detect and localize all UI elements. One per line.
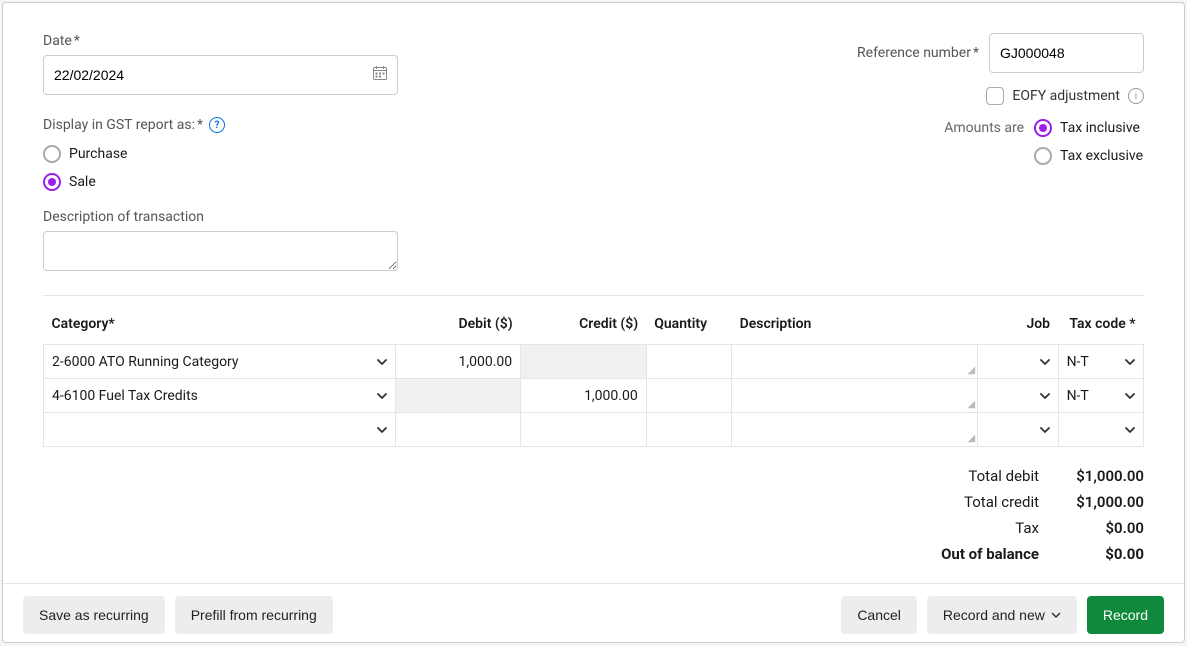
chevron-down-icon bbox=[1125, 357, 1135, 367]
date-input[interactable] bbox=[43, 55, 398, 95]
debit-cell[interactable] bbox=[396, 390, 521, 402]
radio-icon bbox=[43, 173, 61, 191]
total-debit-value: $1,000.00 bbox=[1059, 467, 1144, 485]
th-description: Description bbox=[732, 308, 978, 345]
gst-radio-purchase[interactable]: Purchase bbox=[43, 145, 398, 163]
chevron-down-icon bbox=[1040, 391, 1050, 401]
th-category: Category* bbox=[44, 308, 396, 345]
quantity-cell[interactable] bbox=[647, 356, 731, 368]
gst-label: Display in GST report as: bbox=[43, 117, 203, 133]
reference-label: Reference number bbox=[857, 45, 979, 61]
table-row: 2-6000 ATO Running Category1,000.00◢N-T bbox=[44, 345, 1144, 379]
info-icon[interactable]: i bbox=[1128, 88, 1144, 104]
table-row: 4-6100 Fuel Tax Credits1,000.00◢N-T bbox=[44, 379, 1144, 413]
gst-radio-sale-label: Sale bbox=[69, 174, 96, 190]
th-quantity: Quantity bbox=[646, 308, 731, 345]
amounts-inclusive-label: Tax inclusive bbox=[1060, 120, 1140, 136]
description-label: Description of transaction bbox=[43, 209, 398, 225]
amounts-exclusive-label: Tax exclusive bbox=[1060, 148, 1143, 164]
tax-code-cell[interactable]: N-T bbox=[1059, 382, 1143, 410]
category-cell[interactable]: 4-6100 Fuel Tax Credits bbox=[44, 382, 395, 410]
date-label: Date bbox=[43, 33, 398, 49]
job-cell[interactable] bbox=[978, 385, 1057, 407]
divider bbox=[43, 295, 1144, 296]
radio-icon bbox=[43, 145, 61, 163]
total-credit-value: $1,000.00 bbox=[1059, 493, 1144, 511]
chevron-down-icon bbox=[1040, 425, 1050, 435]
amounts-radio-inclusive[interactable]: Tax inclusive bbox=[1034, 119, 1144, 137]
category-value: 4-6100 Fuel Tax Credits bbox=[52, 388, 198, 404]
credit-cell[interactable] bbox=[521, 356, 646, 368]
job-cell[interactable] bbox=[978, 351, 1057, 373]
credit-value: 1,000.00 bbox=[584, 388, 638, 404]
record-and-new-button[interactable]: Record and new bbox=[927, 596, 1077, 634]
credit-cell[interactable]: 1,000.00 bbox=[521, 382, 646, 410]
category-value: 2-6000 ATO Running Category bbox=[52, 354, 239, 370]
quantity-cell[interactable] bbox=[647, 424, 731, 436]
credit-cell[interactable] bbox=[521, 424, 646, 436]
chevron-down-icon bbox=[377, 425, 387, 435]
save-recurring-button[interactable]: Save as recurring bbox=[23, 596, 165, 634]
debit-value: 1,000.00 bbox=[459, 354, 513, 370]
th-credit: Credit ($) bbox=[521, 308, 647, 345]
amounts-radio-exclusive[interactable]: Tax exclusive bbox=[1034, 147, 1144, 165]
description-cell[interactable] bbox=[732, 390, 977, 402]
record-and-new-label: Record and new bbox=[943, 607, 1045, 623]
category-cell[interactable]: 2-6000 ATO Running Category bbox=[44, 348, 395, 376]
th-job: Job bbox=[978, 308, 1058, 345]
journal-entry-form: Date bbox=[2, 2, 1185, 643]
tax-code-value: N-T bbox=[1067, 354, 1089, 370]
tax-code-cell[interactable]: N-T bbox=[1059, 348, 1143, 376]
debit-cell[interactable]: 1,000.00 bbox=[396, 348, 521, 376]
tax-code-value: N-T bbox=[1067, 388, 1089, 404]
debit-cell[interactable] bbox=[396, 424, 521, 436]
th-tax-code: Tax code * bbox=[1058, 308, 1143, 345]
reference-input[interactable] bbox=[989, 33, 1144, 73]
chevron-down-icon bbox=[1040, 357, 1050, 367]
radio-icon bbox=[1034, 119, 1052, 137]
table-row: ◢ bbox=[44, 413, 1144, 447]
amounts-label: Amounts are bbox=[944, 119, 1024, 136]
tax-value: $0.00 bbox=[1059, 519, 1144, 537]
help-icon[interactable]: ? bbox=[209, 117, 225, 133]
total-credit-label: Total credit bbox=[899, 493, 1039, 511]
job-cell[interactable] bbox=[978, 419, 1057, 441]
radio-icon bbox=[1034, 147, 1052, 165]
description-cell[interactable] bbox=[732, 356, 977, 368]
chevron-down-icon bbox=[377, 357, 387, 367]
chevron-down-icon bbox=[1051, 607, 1061, 623]
eofy-label: EOFY adjustment bbox=[1012, 88, 1120, 104]
journal-table: Category* Debit ($) Credit ($) Quantity … bbox=[43, 308, 1144, 447]
category-cell[interactable] bbox=[44, 419, 395, 441]
tax-code-cell[interactable] bbox=[1059, 419, 1143, 441]
chevron-down-icon bbox=[1125, 425, 1135, 435]
th-debit: Debit ($) bbox=[395, 308, 521, 345]
gst-radio-sale[interactable]: Sale bbox=[43, 173, 398, 191]
quantity-cell[interactable] bbox=[647, 390, 731, 402]
tax-label: Tax bbox=[899, 519, 1039, 537]
description-textarea[interactable] bbox=[43, 231, 398, 271]
footer: Save as recurring Prefill from recurring… bbox=[3, 583, 1184, 646]
oob-value: $0.00 bbox=[1059, 545, 1144, 563]
eofy-checkbox[interactable] bbox=[986, 87, 1004, 105]
record-button[interactable]: Record bbox=[1087, 596, 1164, 634]
chevron-down-icon bbox=[377, 391, 387, 401]
cancel-button[interactable]: Cancel bbox=[841, 596, 917, 634]
totals-section: Total debit $1,000.00 Total credit $1,00… bbox=[43, 467, 1144, 563]
chevron-down-icon bbox=[1125, 391, 1135, 401]
prefill-recurring-button[interactable]: Prefill from recurring bbox=[175, 596, 333, 634]
gst-radio-purchase-label: Purchase bbox=[69, 146, 127, 162]
oob-label: Out of balance bbox=[899, 545, 1039, 563]
description-cell[interactable] bbox=[732, 424, 977, 436]
total-debit-label: Total debit bbox=[899, 467, 1039, 485]
